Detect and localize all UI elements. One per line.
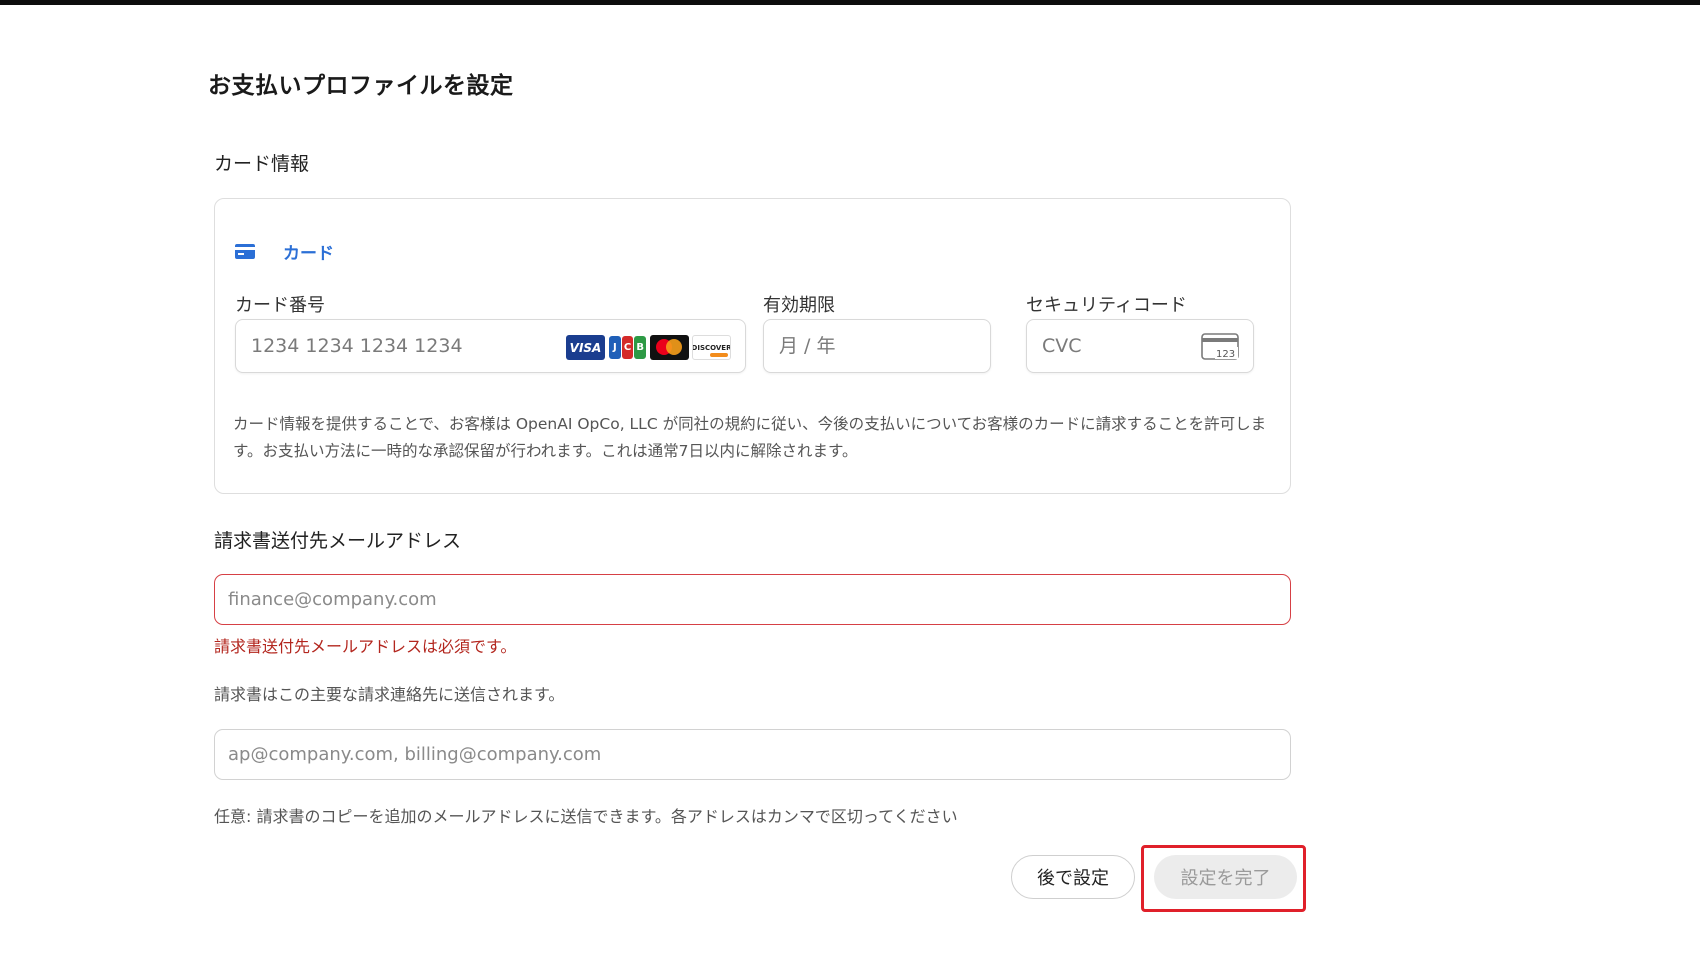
card-disclaimer: カード情報を提供することで、お客様は OpenAI OpCo, LLC が同社の… — [233, 415, 1267, 460]
card-number-label: カード番号 — [235, 295, 325, 316]
cc-emails-input[interactable] — [215, 730, 1290, 779]
cvc-label: セキュリティコード — [1026, 295, 1187, 316]
card-info-heading: カード情報 — [214, 153, 310, 175]
card-info-panel: カード カード番号 有効期限 セキュリティコード VISA J C B DISC… — [214, 198, 1291, 494]
complete-setup-button[interactable]: 設定を完了 — [1154, 855, 1297, 899]
cvc-field[interactable]: 123 — [1026, 319, 1254, 373]
cc-emails-field[interactable] — [214, 729, 1291, 780]
svg-text:123: 123 — [1216, 349, 1235, 360]
tab-card-label: カード — [283, 244, 334, 264]
cc-emails-help: 任意: 請求書のコピーを追加のメールアドレスに送信できます。各アドレスはカンマで… — [214, 807, 958, 826]
tab-card[interactable]: カード — [235, 239, 334, 264]
credit-card-icon — [235, 244, 255, 259]
mastercard-logo-icon — [650, 335, 689, 360]
top-bar — [0, 0, 1700, 5]
billing-email-heading: 請求書送付先メールアドレス — [214, 530, 462, 552]
expiry-input[interactable] — [764, 320, 990, 372]
billing-email-error: 請求書送付先メールアドレスは必須です。 — [214, 637, 517, 656]
cvc-card-icon: 123 — [1201, 333, 1239, 360]
billing-email-input[interactable] — [215, 575, 1290, 624]
billing-email-help: 請求書はこの主要な請求連絡先に送信されます。 — [214, 685, 565, 704]
card-brand-logos: VISA J C B DISCOVER — [566, 335, 731, 360]
visa-logo-icon: VISA — [566, 335, 605, 360]
card-number-field[interactable]: VISA J C B DISCOVER — [235, 319, 746, 373]
setup-later-button[interactable]: 後で設定 — [1011, 855, 1135, 899]
jcb-logo-icon: J C B — [608, 335, 647, 360]
expiry-label: 有効期限 — [763, 295, 835, 316]
expiry-field[interactable] — [763, 319, 991, 373]
page-title: お支払いプロファイルを設定 — [208, 73, 514, 99]
discover-logo-icon: DISCOVER — [692, 335, 731, 360]
billing-email-field[interactable] — [214, 574, 1291, 625]
